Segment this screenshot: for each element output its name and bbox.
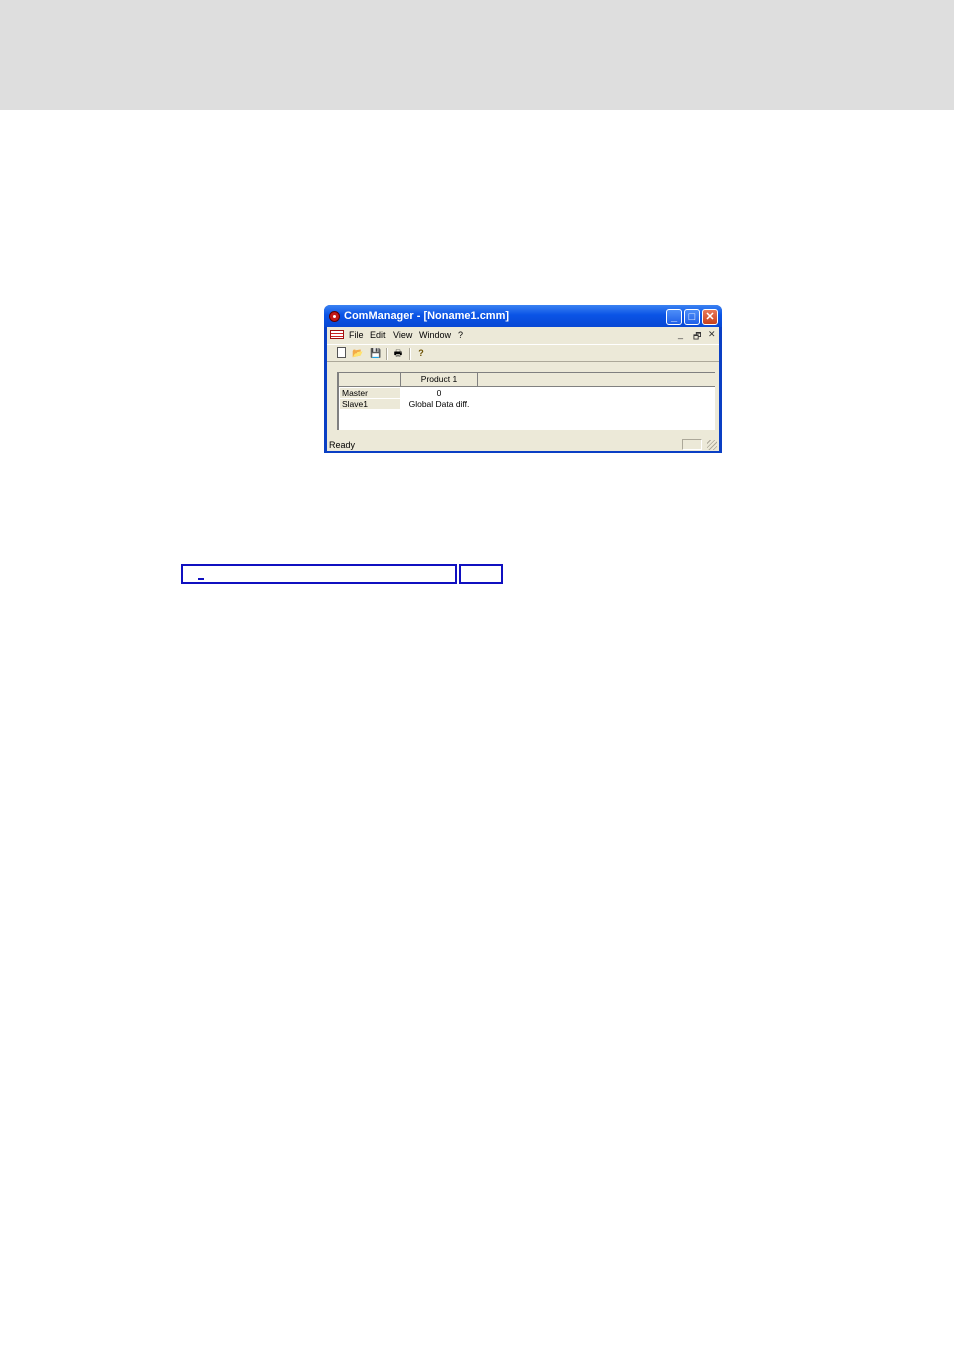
menu-edit[interactable]: Edit <box>370 330 386 340</box>
child-minimize-button[interactable]: _ <box>678 329 683 339</box>
title-bar[interactable]: ComManager - [Noname1.cmm] _ □ ✕ <box>324 305 722 327</box>
help-icon[interactable]: ? <box>415 347 427 359</box>
status-panel <box>682 439 702 450</box>
close-button[interactable]: ✕ <box>702 309 718 325</box>
window-client: File Edit View Window ? _ 🗗 ✕ 📂 💾 🖶 ? Pr… <box>327 327 719 451</box>
resize-grip-icon[interactable] <box>707 440 717 450</box>
grid-cell[interactable]: Global Data diff. <box>400 399 478 409</box>
app-icon[interactable] <box>329 311 340 322</box>
toolbar-separator <box>409 348 411 360</box>
column-header-product[interactable]: Product 1 <box>401 373 478 386</box>
menu-help[interactable]: ? <box>458 330 463 340</box>
product-grid[interactable]: Product 1 Master 0 Slave1 Global Data di… <box>337 372 715 430</box>
menu-window[interactable]: Window <box>419 330 451 340</box>
minimize-button[interactable]: _ <box>666 309 682 325</box>
maximize-button[interactable]: □ <box>684 309 700 325</box>
page-header-band <box>0 0 954 110</box>
open-folder-icon[interactable]: 📂 <box>352 347 364 359</box>
menu-bar: File Edit View Window ? _ 🗗 ✕ <box>327 327 719 343</box>
menu-file[interactable]: File <box>349 330 364 340</box>
status-text: Ready <box>329 440 356 450</box>
menu-view[interactable]: View <box>393 330 412 340</box>
document-icon[interactable] <box>330 330 344 339</box>
window-title: ComManager - [Noname1.cmm] <box>344 310 510 322</box>
mdi-area: Product 1 Master 0 Slave1 Global Data di… <box>330 366 716 437</box>
grid-header: Product 1 <box>339 373 715 387</box>
link-box[interactable] <box>459 564 503 584</box>
new-document-icon[interactable] <box>337 347 346 358</box>
row-header-master[interactable]: Master <box>340 388 400 398</box>
commanager-window: ComManager - [Noname1.cmm] _ □ ✕ File Ed… <box>324 305 722 453</box>
child-close-button[interactable]: ✕ <box>708 329 716 340</box>
save-icon[interactable]: 💾 <box>370 347 382 359</box>
toolbar: 📂 💾 🖶 ? <box>327 344 719 362</box>
link-box[interactable] <box>181 564 457 584</box>
print-icon[interactable]: 🖶 <box>392 347 404 359</box>
status-bar: Ready <box>327 439 719 451</box>
row-header-slave[interactable]: Slave1 <box>340 399 400 409</box>
child-restore-button[interactable]: 🗗 <box>693 329 701 345</box>
grid-corner-cell <box>339 373 401 386</box>
link-underline-mark <box>198 578 204 580</box>
toolbar-separator <box>386 348 388 360</box>
grid-cell[interactable]: 0 <box>400 388 478 398</box>
